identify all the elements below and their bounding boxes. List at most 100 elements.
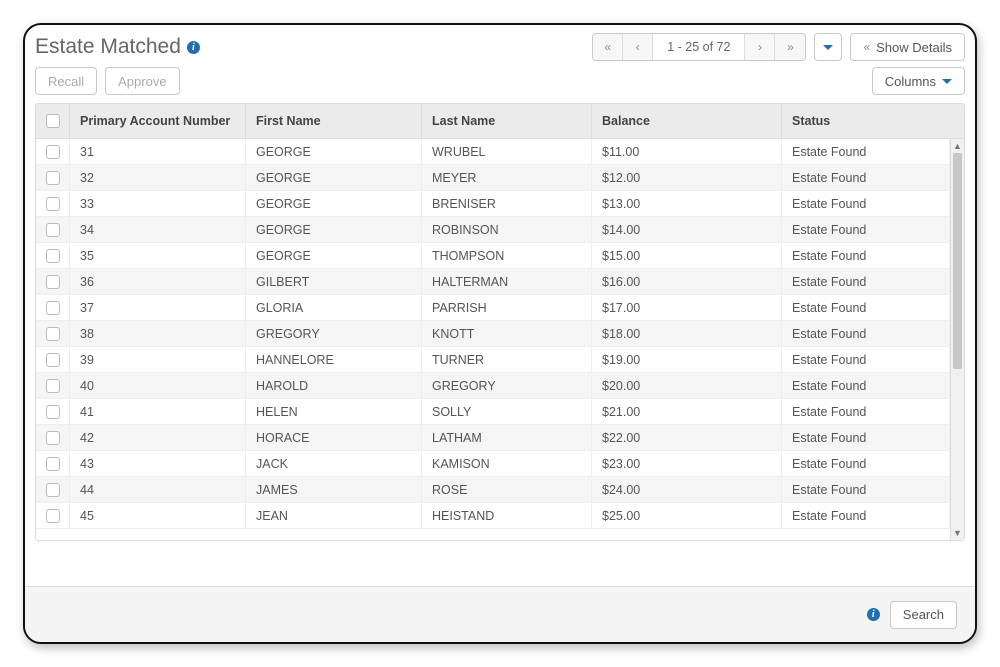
cell-first-name: GREGORY [246, 321, 422, 346]
cell-first-name: GEORGE [246, 191, 422, 216]
row-checkbox[interactable] [46, 275, 60, 289]
approve-button[interactable]: Approve [105, 67, 179, 95]
table-row[interactable]: 35GEORGETHOMPSON$15.00Estate Found [36, 243, 950, 269]
scroll-track[interactable] [951, 153, 964, 526]
row-checkbox[interactable] [46, 171, 60, 185]
cell-status: Estate Found [782, 425, 950, 450]
caret-down-icon [942, 79, 952, 84]
cell-status: Estate Found [782, 165, 950, 190]
pager-prev-button[interactable]: ‹ [623, 34, 653, 60]
table-row[interactable]: 44JAMESROSE$24.00Estate Found [36, 477, 950, 503]
cell-last-name: TURNER [422, 347, 592, 372]
pager-first-button[interactable]: « [593, 34, 623, 60]
chevron-left-icon: ‹ [636, 40, 640, 54]
row-checkbox[interactable] [46, 353, 60, 367]
row-checkbox[interactable] [46, 301, 60, 315]
row-checkbox[interactable] [46, 249, 60, 263]
cell-last-name: SOLLY [422, 399, 592, 424]
cell-first-name: GEORGE [246, 139, 422, 164]
cell-last-name: KNOTT [422, 321, 592, 346]
cell-status: Estate Found [782, 243, 950, 268]
cell-status: Estate Found [782, 217, 950, 242]
row-checkbox[interactable] [46, 483, 60, 497]
column-header-balance[interactable]: Balance [592, 104, 782, 138]
cell-balance: $23.00 [592, 451, 782, 476]
table-row[interactable]: 39HANNELORETURNER$19.00Estate Found [36, 347, 950, 373]
cell-balance: $11.00 [592, 139, 782, 164]
cell-last-name: BRENISER [422, 191, 592, 216]
row-checkbox[interactable] [46, 457, 60, 471]
column-header-status[interactable]: Status [782, 104, 964, 138]
table-row[interactable]: 42HORACELATHAM$22.00Estate Found [36, 425, 950, 451]
pager-dropdown-button[interactable] [814, 33, 842, 61]
cell-first-name: JEAN [246, 503, 422, 528]
cell-pan: 45 [70, 503, 246, 528]
cell-pan: 31 [70, 139, 246, 164]
chevron-double-left-icon: « [604, 40, 611, 54]
cell-balance: $12.00 [592, 165, 782, 190]
cell-status: Estate Found [782, 477, 950, 502]
cell-status: Estate Found [782, 399, 950, 424]
table-row[interactable]: 32GEORGEMEYER$12.00Estate Found [36, 165, 950, 191]
cell-first-name: GEORGE [246, 165, 422, 190]
row-checkbox[interactable] [46, 405, 60, 419]
cell-pan: 33 [70, 191, 246, 216]
cell-last-name: PARRISH [422, 295, 592, 320]
table-row[interactable]: 37GLORIAPARRISH$17.00Estate Found [36, 295, 950, 321]
cell-status: Estate Found [782, 269, 950, 294]
column-header-pan[interactable]: Primary Account Number [70, 104, 246, 138]
caret-down-icon [823, 45, 833, 50]
cell-last-name: MEYER [422, 165, 592, 190]
cell-first-name: HANNELORE [246, 347, 422, 372]
pager-last-button[interactable]: » [775, 34, 805, 60]
table-row[interactable]: 45JEANHEISTAND$25.00Estate Found [36, 503, 950, 529]
cell-balance: $14.00 [592, 217, 782, 242]
cell-first-name: GEORGE [246, 243, 422, 268]
scroll-thumb[interactable] [953, 153, 962, 369]
table-row[interactable]: 33GEORGEBRENISER$13.00Estate Found [36, 191, 950, 217]
cell-pan: 39 [70, 347, 246, 372]
cell-status: Estate Found [782, 373, 950, 398]
cell-pan: 36 [70, 269, 246, 294]
table-row[interactable]: 36GILBERTHALTERMAN$16.00Estate Found [36, 269, 950, 295]
scroll-up-icon[interactable]: ▲ [951, 139, 964, 153]
info-icon[interactable]: i [867, 608, 880, 621]
table-row[interactable]: 31GEORGEWRUBEL$11.00Estate Found [36, 139, 950, 165]
search-button[interactable]: Search [890, 601, 957, 629]
row-checkbox[interactable] [46, 145, 60, 159]
row-checkbox[interactable] [46, 197, 60, 211]
cell-pan: 32 [70, 165, 246, 190]
column-header-first-name[interactable]: First Name [246, 104, 422, 138]
chevron-right-icon: › [758, 40, 762, 54]
columns-button[interactable]: Columns [872, 67, 965, 95]
table-row[interactable]: 34GEORGEROBINSON$14.00Estate Found [36, 217, 950, 243]
cell-first-name: HAROLD [246, 373, 422, 398]
columns-label: Columns [885, 74, 936, 89]
table-row[interactable]: 43JACKKAMISON$23.00Estate Found [36, 451, 950, 477]
cell-balance: $15.00 [592, 243, 782, 268]
cell-balance: $24.00 [592, 477, 782, 502]
row-checkbox[interactable] [46, 223, 60, 237]
cell-last-name: KAMISON [422, 451, 592, 476]
column-header-last-name[interactable]: Last Name [422, 104, 592, 138]
row-checkbox[interactable] [46, 509, 60, 523]
row-checkbox[interactable] [46, 327, 60, 341]
cell-balance: $18.00 [592, 321, 782, 346]
select-all-checkbox[interactable] [46, 114, 60, 128]
cell-balance: $25.00 [592, 503, 782, 528]
table-row[interactable]: 41HELENSOLLY$21.00Estate Found [36, 399, 950, 425]
cell-balance: $13.00 [592, 191, 782, 216]
pager-next-button[interactable]: › [745, 34, 775, 60]
cell-pan: 34 [70, 217, 246, 242]
vertical-scrollbar[interactable]: ▲ ▼ [950, 139, 964, 540]
row-checkbox[interactable] [46, 379, 60, 393]
show-details-button[interactable]: « Show Details [850, 33, 965, 61]
row-checkbox[interactable] [46, 431, 60, 445]
table-row[interactable]: 38GREGORYKNOTT$18.00Estate Found [36, 321, 950, 347]
cell-last-name: WRUBEL [422, 139, 592, 164]
recall-button[interactable]: Recall [35, 67, 97, 95]
cell-pan: 38 [70, 321, 246, 346]
info-icon[interactable]: i [187, 41, 200, 54]
scroll-down-icon[interactable]: ▼ [951, 526, 964, 540]
table-row[interactable]: 40HAROLDGREGORY$20.00Estate Found [36, 373, 950, 399]
